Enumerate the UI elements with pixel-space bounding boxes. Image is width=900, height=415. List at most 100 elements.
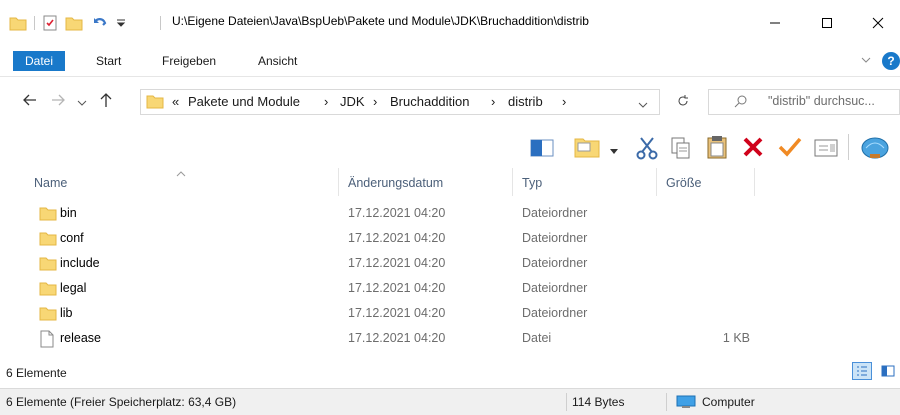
back-arrow-icon[interactable] bbox=[22, 92, 38, 111]
tab-datei[interactable]: Datei bbox=[13, 51, 65, 71]
layout-dropdown-icon[interactable] bbox=[610, 144, 618, 158]
column-header-date[interactable]: Änderungsdatum bbox=[348, 172, 443, 194]
divider bbox=[848, 134, 849, 160]
file-size bbox=[710, 301, 750, 326]
properties-icon[interactable] bbox=[40, 14, 60, 32]
file-icon bbox=[39, 330, 55, 351]
file-type: Dateiordner bbox=[522, 231, 588, 245]
folder-icon bbox=[8, 14, 28, 32]
breadcrumb-item[interactable]: JDK bbox=[340, 94, 365, 109]
divider bbox=[566, 393, 567, 411]
file-name: bin bbox=[60, 206, 77, 220]
breadcrumb-item[interactable]: Pakete und Module bbox=[188, 94, 300, 109]
folder-icon bbox=[39, 230, 57, 249]
item-count: 6 Elemente bbox=[6, 366, 67, 380]
file-name: release bbox=[60, 331, 101, 345]
properties-card-icon[interactable] bbox=[814, 138, 838, 161]
breadcrumb-separator: › bbox=[562, 94, 567, 109]
column-header-size[interactable]: Größe bbox=[666, 172, 701, 194]
rename-check-icon[interactable] bbox=[778, 136, 802, 161]
list-item[interactable]: legal 17.12.2021 04:20 Dateiordner bbox=[30, 276, 750, 301]
file-name: conf bbox=[60, 231, 84, 245]
address-dropdown-icon[interactable] bbox=[638, 98, 648, 112]
tab-start[interactable]: Start bbox=[96, 46, 121, 76]
file-size: 1 KB bbox=[722, 331, 750, 345]
quick-access-dropdown-icon[interactable] bbox=[114, 14, 128, 32]
column-header-type[interactable]: Typ bbox=[522, 172, 542, 194]
breadcrumb-item[interactable]: Bruchaddition bbox=[390, 94, 470, 109]
breadcrumb-separator: › bbox=[373, 94, 378, 109]
details-view-button[interactable] bbox=[852, 362, 872, 380]
file-date: 17.12.2021 04:20 bbox=[348, 331, 446, 345]
maximize-button[interactable] bbox=[804, 0, 850, 46]
shell-icon[interactable] bbox=[860, 134, 890, 163]
file-date: 17.12.2021 04:20 bbox=[348, 256, 446, 270]
divider bbox=[160, 16, 161, 30]
breadcrumb-separator: › bbox=[491, 94, 496, 109]
search-icon bbox=[734, 94, 748, 111]
file-date: 17.12.2021 04:20 bbox=[348, 281, 446, 295]
divider bbox=[34, 16, 35, 30]
file-type: Dateiordner bbox=[522, 281, 588, 295]
tab-ansicht[interactable]: Ansicht bbox=[258, 46, 297, 76]
list-item[interactable]: conf 17.12.2021 04:20 Dateiordner bbox=[30, 226, 750, 251]
paste-icon[interactable] bbox=[706, 134, 728, 163]
item-count-bar: 6 Elemente bbox=[0, 360, 900, 386]
divider bbox=[666, 393, 667, 411]
file-name: include bbox=[60, 256, 100, 270]
close-button[interactable] bbox=[856, 0, 900, 46]
file-name: legal bbox=[60, 281, 87, 295]
tiles-view-button[interactable] bbox=[878, 362, 898, 380]
folder-icon bbox=[39, 255, 57, 274]
file-size bbox=[710, 201, 750, 226]
breadcrumb-separator: › bbox=[324, 94, 329, 109]
status-location: Computer bbox=[702, 395, 755, 409]
delete-icon[interactable] bbox=[742, 136, 764, 161]
new-folder-icon[interactable] bbox=[64, 14, 84, 32]
tab-freigeben[interactable]: Freigeben bbox=[162, 46, 216, 76]
toolbar bbox=[0, 128, 900, 166]
file-date: 17.12.2021 04:20 bbox=[348, 231, 446, 245]
minimize-button[interactable] bbox=[752, 0, 798, 46]
file-name: lib bbox=[60, 306, 73, 320]
forward-arrow-icon[interactable] bbox=[50, 92, 66, 111]
file-type: Datei bbox=[522, 331, 552, 345]
refresh-icon[interactable] bbox=[676, 94, 690, 111]
file-size bbox=[710, 276, 750, 301]
column-divider[interactable] bbox=[512, 168, 513, 196]
file-date: 17.12.2021 04:20 bbox=[348, 206, 446, 220]
status-bar: 6 Elemente (Freier Speicherplatz: 63,4 G… bbox=[0, 388, 900, 415]
breadcrumb-item[interactable]: distrib bbox=[508, 94, 543, 109]
file-type: Dateiordner bbox=[522, 306, 588, 320]
status-bytes: 114 Bytes bbox=[572, 395, 625, 409]
folder-icon bbox=[146, 93, 164, 112]
help-icon[interactable]: ? bbox=[882, 52, 900, 70]
copy-icon[interactable] bbox=[670, 136, 692, 163]
up-arrow-icon[interactable] bbox=[98, 91, 114, 112]
computer-icon bbox=[676, 395, 696, 412]
file-type: Dateiordner bbox=[522, 256, 588, 270]
undo-icon[interactable] bbox=[90, 14, 110, 32]
folder-icon bbox=[39, 280, 57, 299]
sort-ascending-icon bbox=[176, 166, 186, 180]
search-placeholder: "distrib" durchsuc... bbox=[768, 94, 875, 108]
column-divider[interactable] bbox=[656, 168, 657, 196]
list-item[interactable]: release 17.12.2021 04:20 Datei 1 KB bbox=[30, 326, 750, 351]
recent-locations-chevron-icon[interactable] bbox=[77, 96, 87, 110]
window-title: U:\Eigene Dateien\Java\BspUeb\Pakete und… bbox=[172, 14, 589, 28]
column-header-name[interactable]: Name bbox=[34, 172, 67, 194]
layout-icon[interactable] bbox=[573, 135, 601, 162]
folder-icon bbox=[39, 205, 57, 224]
column-divider[interactable] bbox=[338, 168, 339, 196]
breadcrumb-overflow[interactable]: « bbox=[172, 94, 179, 109]
cut-icon[interactable] bbox=[636, 136, 658, 163]
status-free-space: 6 Elemente (Freier Speicherplatz: 63,4 G… bbox=[6, 395, 237, 409]
preview-pane-icon[interactable] bbox=[530, 138, 554, 161]
folder-icon bbox=[39, 305, 57, 324]
file-date: 17.12.2021 04:20 bbox=[348, 306, 446, 320]
list-item[interactable]: include 17.12.2021 04:20 Dateiordner bbox=[30, 251, 750, 276]
expand-ribbon-icon[interactable] bbox=[860, 54, 872, 69]
list-item[interactable]: lib 17.12.2021 04:20 Dateiordner bbox=[30, 301, 750, 326]
column-divider[interactable] bbox=[754, 168, 755, 196]
list-item[interactable]: bin 17.12.2021 04:20 Dateiordner bbox=[30, 201, 750, 226]
